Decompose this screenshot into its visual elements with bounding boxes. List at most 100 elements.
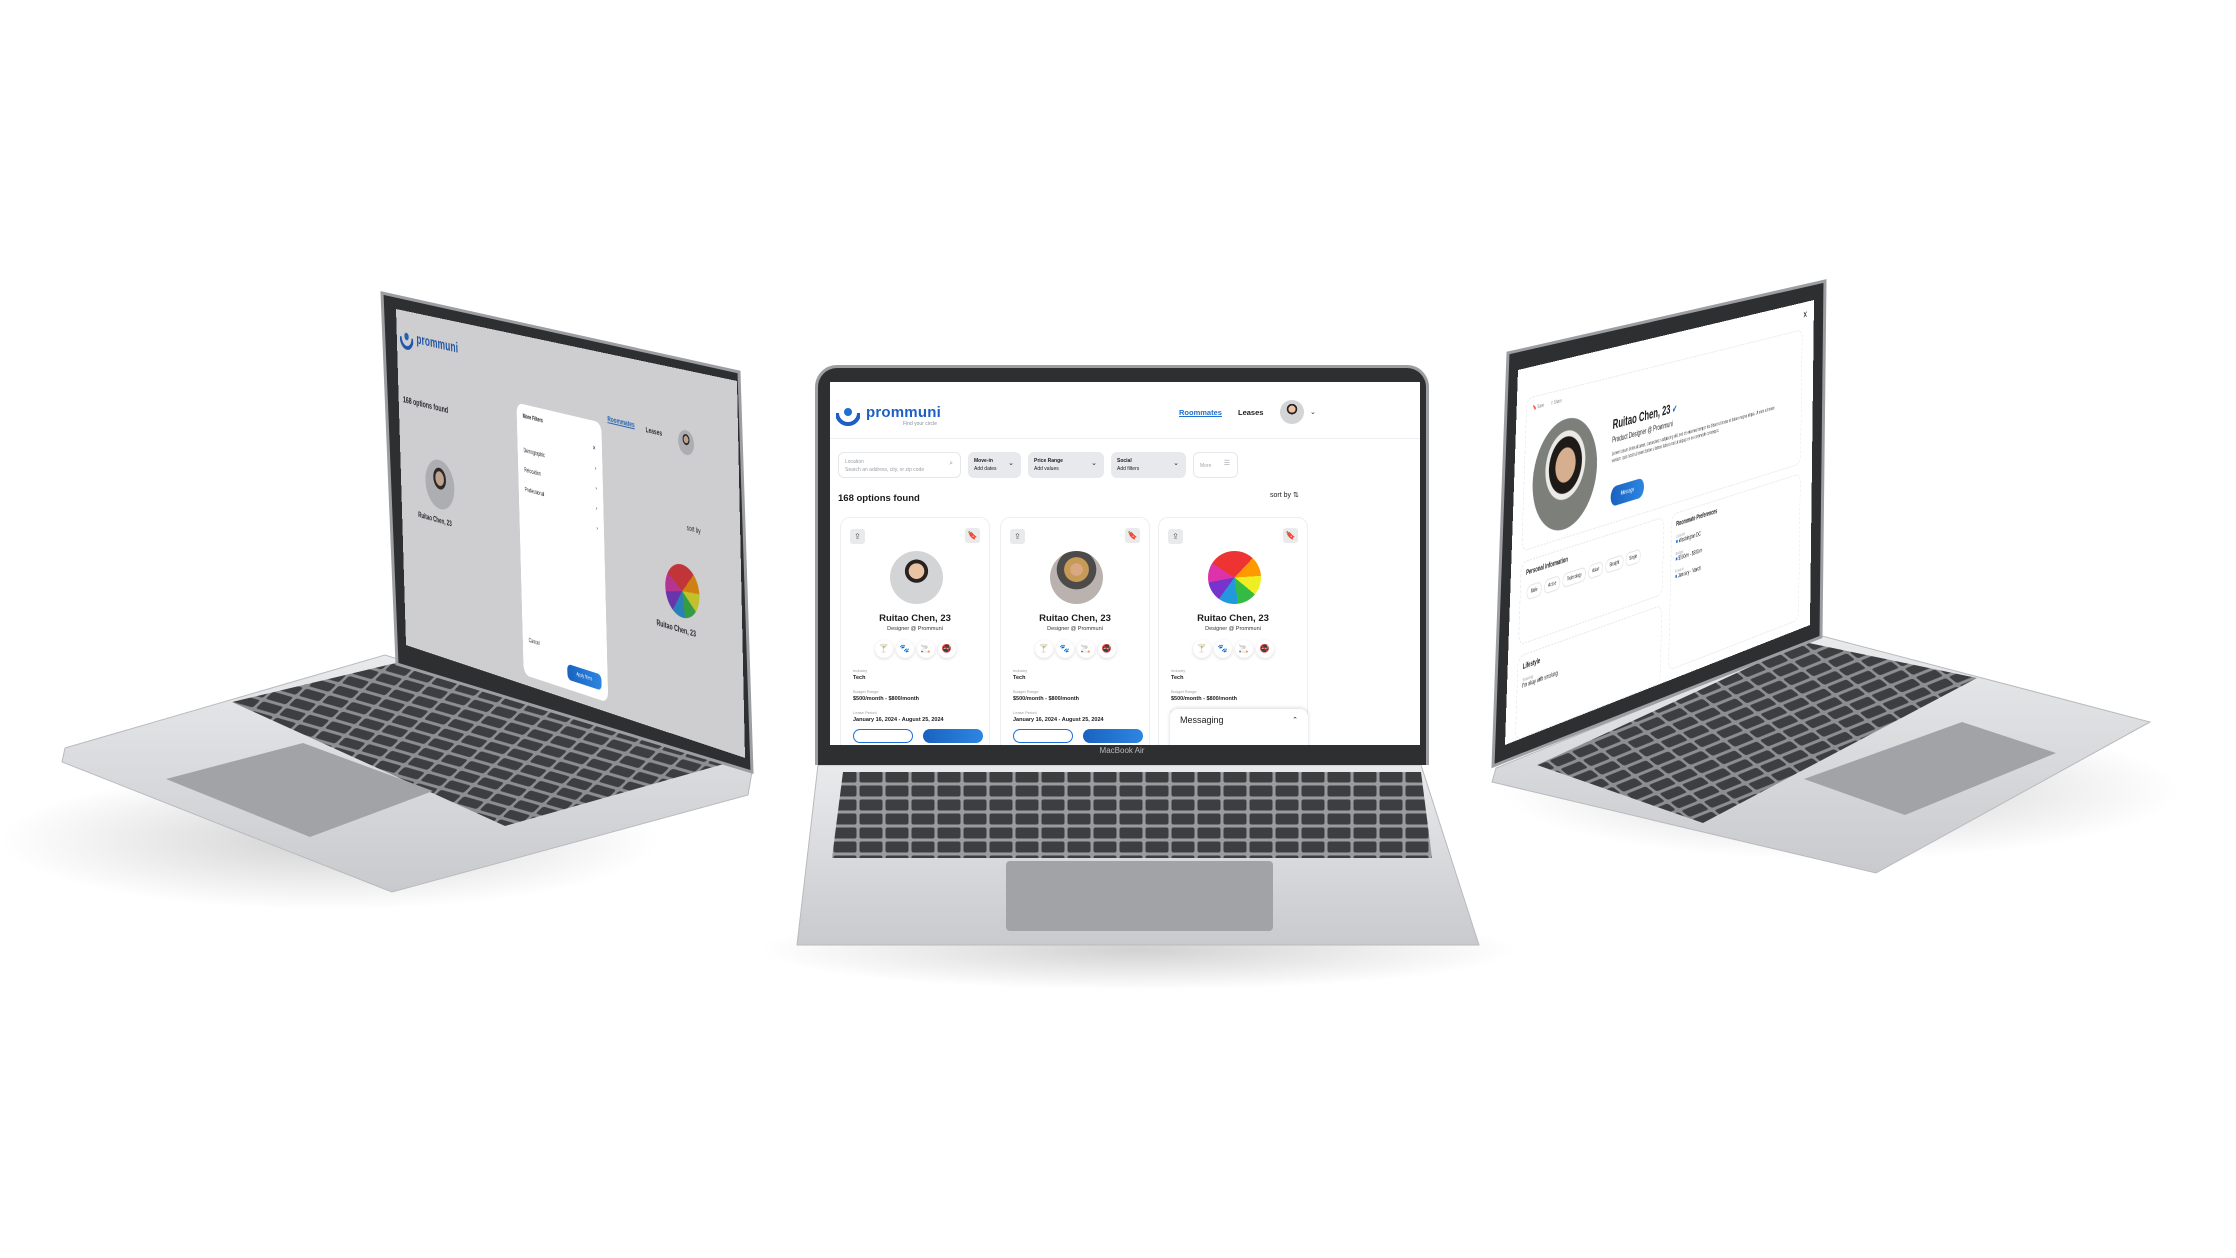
messaging-panel[interactable]: Messaging ⌃ [1170, 709, 1308, 745]
more-filters-modal: More Filters ✕ Demographic › Relocation › … [516, 402, 609, 703]
move-in-value: Add dates [974, 466, 997, 472]
cocktail-icon: 🍸 [1034, 640, 1053, 658]
price-label: Price Range [1034, 458, 1063, 464]
budget-label: Budget Range [1013, 689, 1039, 694]
lease-label: Lease Period [1013, 710, 1037, 715]
paw-icon: 🐾 [1055, 640, 1074, 658]
messaging-title: Messaging [1180, 715, 1224, 725]
sort-label: sort by [1270, 492, 1292, 499]
save-button[interactable]: 🔖 Save [1533, 403, 1545, 412]
search-icon: ⌕ [949, 460, 953, 467]
device-label: MacBook Air [1099, 746, 1145, 755]
card-name: Ruitao Chen, 23 [879, 613, 951, 624]
smoking-icon: 🚬 [1076, 640, 1095, 658]
view-profile-button[interactable] [853, 729, 913, 743]
share-label: Share [1553, 398, 1562, 407]
message-button[interactable] [1083, 729, 1143, 743]
lifestyle-icons: 🍸 🐾 🚬 🚭 [1001, 640, 1149, 658]
nav-leases[interactable]: Leases [1238, 408, 1263, 417]
personal-chip: Male [1526, 581, 1542, 601]
move-in-filter[interactable]: Move-in Add dates ⌄ [968, 452, 1021, 478]
brand-name: prommuni [866, 404, 941, 421]
center-screen-roommate-list: prommuni Find your circle Roommates Leas… [830, 382, 1420, 745]
results-count: 168 options found [838, 493, 920, 504]
view-profile-button[interactable] [1013, 729, 1073, 743]
more-filters-button[interactable]: More ☰ [1193, 452, 1238, 478]
lease-label: Lease Period [853, 710, 877, 715]
budget-label: Budget Range [1171, 689, 1197, 694]
chevron-down-icon: ⌄ [1008, 460, 1014, 467]
nav-roommates[interactable]: Roommates [1179, 408, 1222, 417]
chevron-up-icon[interactable]: ⌃ [1292, 716, 1298, 724]
smoking-icon: 🚬 [916, 640, 935, 658]
apply-filters-button[interactable]: Apply filters [567, 663, 602, 691]
share-icon[interactable]: ⇪ [1010, 529, 1025, 544]
bookmark-icon[interactable]: 🔖 [1283, 528, 1298, 543]
location-placeholder: Search an address, city, or zip code [845, 467, 925, 473]
smoking-icon: 🚬 [1234, 640, 1253, 658]
prommuni-logo-icon [836, 408, 860, 426]
location-label: Location [845, 459, 864, 465]
budget-value: $500/month - $800/month [1171, 696, 1238, 702]
social-label: Social [1117, 458, 1132, 464]
personal-chip: Straight [1605, 554, 1624, 575]
card-avatar [1050, 551, 1103, 604]
cocktail-icon: 🍸 [1192, 640, 1211, 658]
budget-value: $500/month - $800/month [1013, 696, 1080, 702]
industry-value: Tech [853, 675, 866, 681]
app-header: prommuni Find your circle Roommates Leas… [830, 382, 1420, 439]
share-icon[interactable]: ⇪ [1168, 529, 1183, 544]
card-avatar [1208, 551, 1261, 604]
personal-chip: Asian [1587, 560, 1604, 580]
budget-value: $500/month - $800/month [853, 696, 920, 702]
sort-by-button[interactable]: sort by ⇅ [1270, 491, 1299, 499]
industry-value: Tech [1171, 675, 1184, 681]
more-label: More [1200, 463, 1212, 469]
no-smoking-icon: 🚭 [1255, 640, 1274, 658]
filter-category-demographic[interactable]: Demographic › [524, 448, 597, 472]
share-button[interactable]: ⇪ Share [1551, 398, 1562, 407]
lease-value: January 16, 2024 - August 25, 2024 [853, 717, 944, 723]
industry-label: Industry [853, 668, 868, 673]
filter-category-professional[interactable]: Professional › [525, 487, 598, 512]
card-name: Ruitao Chen, 23 [1039, 613, 1111, 624]
card-name: Ruitao Chen, 23 [1197, 613, 1269, 624]
lease-value: January 16, 2024 - August 25, 2024 [1013, 717, 1104, 723]
close-icon[interactable]: ✕ [1803, 309, 1807, 321]
no-smoking-icon: 🚭 [1097, 640, 1116, 658]
no-smoking-icon: 🚭 [937, 640, 956, 658]
user-avatar[interactable] [1280, 400, 1304, 424]
social-value: Add filters [1117, 466, 1140, 472]
item-label: Professional [524, 487, 545, 499]
lifestyle-icons: 🍸 🐾 🚬 🚭 [841, 640, 989, 658]
roommate-card[interactable]: ⇪ 🔖 Ruitao Chen, 23 Designer @ Prommuni … [1000, 517, 1150, 745]
card-role: Designer @ Prommuni [1047, 626, 1103, 632]
filter-category-relocation[interactable]: Relocation › [524, 468, 597, 493]
bookmark-icon[interactable]: 🔖 [1125, 528, 1140, 543]
filter-lines-icon: ☰ [1223, 460, 1230, 467]
paw-icon: 🐾 [1213, 640, 1232, 658]
card-role: Designer @ Prommuni [887, 626, 943, 632]
message-button[interactable]: Message [1610, 477, 1645, 508]
industry-value: Tech [1013, 675, 1026, 681]
price-range-filter[interactable]: Price Range Add values ⌄ [1028, 452, 1104, 478]
share-icon[interactable]: ⇪ [850, 529, 865, 544]
item-label: Demographic [523, 448, 545, 460]
social-filter[interactable]: Social Add filters ⌄ [1111, 452, 1186, 478]
personal-chip: Single [1625, 548, 1642, 568]
chevron-down-icon[interactable]: ⌄ [1310, 408, 1316, 416]
location-search-input[interactable]: Location Search an address, city, or zip… [838, 452, 961, 478]
paw-icon: 🐾 [895, 640, 914, 658]
personal-chip: Active [1543, 574, 1561, 595]
brand-tagline: Find your circle [903, 421, 937, 427]
industry-label: Industry [1171, 668, 1186, 673]
profile-photo [1530, 410, 1599, 540]
bookmark-icon[interactable]: 🔖 [965, 528, 980, 543]
roommate-card[interactable]: ⇪ 🔖 Ruitao Chen, 23 Designer @ Prommuni … [840, 517, 990, 745]
item-label: Relocation [524, 467, 542, 478]
cancel-button[interactable]: Cancel [529, 638, 602, 667]
chevron-down-icon: ⌄ [1091, 460, 1097, 467]
message-button[interactable] [923, 729, 983, 743]
chevron-right-icon: › [595, 486, 597, 493]
price-value: Add values [1034, 466, 1059, 472]
